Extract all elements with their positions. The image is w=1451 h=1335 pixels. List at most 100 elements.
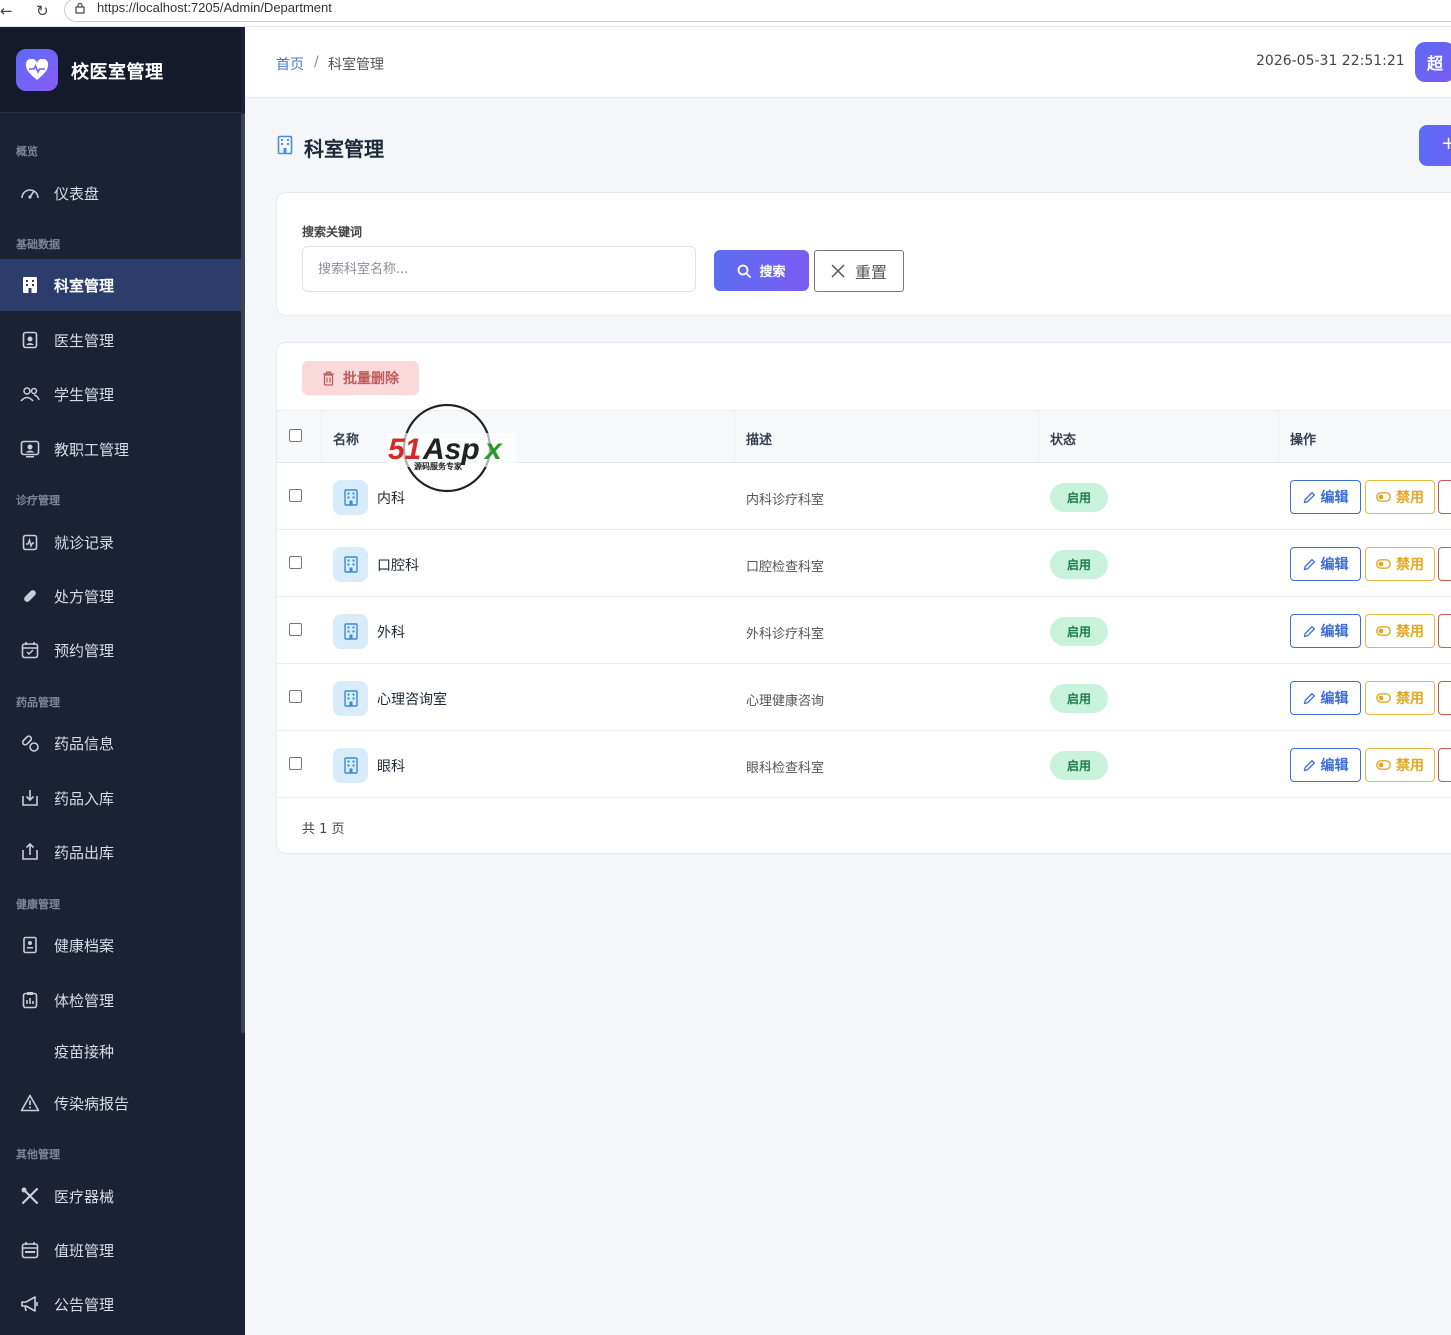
sidebar-item-doctor[interactable]: 医生管理 (0, 314, 241, 366)
row-checkbox[interactable] (289, 489, 302, 502)
disable-button[interactable]: 禁用 (1365, 480, 1435, 514)
delete-button[interactable] (1438, 547, 1451, 581)
sidebar-item-visit[interactable]: 就诊记录 (0, 516, 241, 568)
sidebar-item-prescription[interactable]: 处方管理 (0, 570, 241, 622)
sidebar-item-appointment[interactable]: 预约管理 (0, 624, 241, 676)
breadcrumb-separator: / (314, 54, 319, 70)
disable-button[interactable]: 禁用 (1365, 681, 1435, 715)
department-desc: 外科诊疗科室 (746, 627, 825, 642)
sidebar-item-health-record[interactable]: 健康档案 (0, 919, 241, 971)
pager: 共 1 页 (302, 822, 345, 837)
sidebar-item-staff[interactable]: 教职工管理 (0, 423, 241, 475)
edit-button[interactable]: 编辑 (1290, 748, 1361, 782)
reset-button[interactable]: 重置 (814, 250, 904, 292)
sidebar-item-drug-in[interactable]: 药品入库 (0, 772, 241, 824)
building-icon (333, 614, 368, 649)
search-icon (738, 264, 752, 278)
add-department-button[interactable]: + (1419, 125, 1451, 166)
row-checkbox[interactable] (289, 623, 302, 636)
sidebar-item-label: 预约管理 (54, 641, 115, 660)
disable-label: 禁用 (1396, 624, 1424, 640)
edit-button[interactable]: 编辑 (1290, 614, 1361, 648)
search-input[interactable] (302, 246, 696, 292)
sidebar-item-notice[interactable]: 公告管理 (0, 1278, 241, 1330)
disable-button[interactable]: 禁用 (1365, 547, 1435, 581)
building-icon (333, 480, 368, 515)
reload-icon[interactable]: ↻ (36, 2, 49, 20)
delete-button[interactable] (1438, 614, 1451, 648)
sidebar-item-duty[interactable]: 值班管理 (0, 1224, 241, 1276)
sidebar-item-vaccine[interactable]: 疫苗接种 (0, 1025, 241, 1077)
search-label: 搜索关键词 (302, 225, 363, 239)
edit-button[interactable]: 编辑 (1290, 681, 1361, 715)
calendar-check-icon (20, 640, 40, 660)
department-desc: 内科诊疗科室 (746, 493, 825, 508)
clipboard-list-icon (20, 990, 40, 1010)
search-card: 搜索关键词 搜索 重置 (276, 192, 1451, 316)
column-header-status[interactable]: 状态 (1050, 429, 1076, 448)
sidebar-item-drug-out[interactable]: 药品出库 (0, 826, 241, 878)
sidebar-item-equipment[interactable]: 医疗器械 (0, 1170, 241, 1222)
edit-label: 编辑 (1320, 624, 1349, 640)
table-row: 眼科 眼科检查科室 启用 编辑 禁用 (277, 731, 1451, 798)
sidebar-item-student[interactable]: 学生管理 (0, 368, 241, 420)
disable-button[interactable]: 禁用 (1365, 614, 1435, 648)
delete-button[interactable] (1438, 681, 1451, 715)
edit-button[interactable]: 编辑 (1290, 547, 1361, 581)
back-arrow-icon[interactable]: ← (0, 2, 13, 20)
pencil-icon (1303, 759, 1315, 771)
building-icon (333, 681, 368, 716)
status-badge: 启用 (1050, 617, 1108, 646)
url-text[interactable]: https://localhost:7205/Admin/Department (97, 0, 332, 15)
sidebar-item-label: 药品出库 (54, 843, 115, 862)
delete-button[interactable] (1438, 480, 1451, 514)
column-divider (1038, 411, 1039, 463)
sidebar-item-label: 仪表盘 (54, 184, 100, 203)
column-header-desc[interactable]: 描述 (746, 429, 772, 448)
sidebar-item-label: 健康档案 (54, 936, 115, 955)
warning-icon (20, 1093, 40, 1113)
row-checkbox[interactable] (289, 556, 302, 569)
batch-delete-button[interactable]: 批量删除 (302, 361, 419, 395)
page-title: 科室管理 (304, 137, 384, 161)
trash-icon (323, 371, 334, 386)
sidebar-item-dashboard[interactable]: 仪表盘 (0, 167, 241, 219)
breadcrumb-home[interactable]: 首页 (276, 54, 304, 74)
sidebar-item-department[interactable]: 科室管理 (0, 259, 241, 311)
toggle-icon (1376, 492, 1391, 502)
row-checkbox[interactable] (289, 757, 302, 770)
sidebar-scrollbar[interactable] (241, 113, 245, 1033)
disable-button[interactable]: 禁用 (1365, 748, 1435, 782)
nav-group-basic: 基础数据 (16, 238, 60, 251)
row-checkbox[interactable] (289, 690, 302, 703)
edit-button[interactable]: 编辑 (1290, 480, 1361, 514)
disable-label: 禁用 (1396, 758, 1424, 774)
nav-group-drugs: 药品管理 (16, 696, 60, 709)
toggle-icon (1376, 760, 1391, 770)
status-badge: 启用 (1050, 684, 1108, 713)
column-header-actions: 操作 (1290, 433, 1317, 448)
sidebar-item-checkup[interactable]: 体检管理 (0, 974, 241, 1026)
building-icon (20, 275, 40, 295)
disable-label: 禁用 (1396, 691, 1424, 707)
browser-bar: ← ↻ https://localhost:7205/Admin/Departm… (0, 0, 1451, 27)
sidebar-item-label: 公告管理 (54, 1295, 115, 1314)
svg-text:x: x (483, 433, 503, 466)
nav-group-health: 健康管理 (16, 898, 60, 911)
search-button[interactable]: 搜索 (714, 250, 809, 291)
table-row: 心理咨询室 心理健康咨询 启用 编辑 禁用 (277, 664, 1451, 731)
nav-group-overview: 概览 (16, 145, 38, 158)
heart-pulse-icon (16, 49, 58, 91)
department-desc: 口腔检查科室 (746, 560, 825, 575)
svg-text:源码服务专家: 源码服务专家 (414, 461, 463, 471)
sidebar-item-infectious[interactable]: 传染病报告 (0, 1077, 241, 1129)
delete-button[interactable] (1438, 748, 1451, 782)
department-name: 口腔科 (377, 558, 419, 574)
avatar[interactable]: 超 (1415, 42, 1451, 82)
sidebar-item-label: 体检管理 (54, 991, 115, 1010)
box-in-icon (20, 788, 40, 808)
select-all-checkbox[interactable] (289, 429, 302, 442)
address-bar[interactable]: https://localhost:7205/Admin/Department (64, 0, 1451, 22)
column-header-name[interactable]: 名称 (333, 429, 359, 448)
sidebar-item-drug-info[interactable]: 药品信息 (0, 717, 241, 769)
